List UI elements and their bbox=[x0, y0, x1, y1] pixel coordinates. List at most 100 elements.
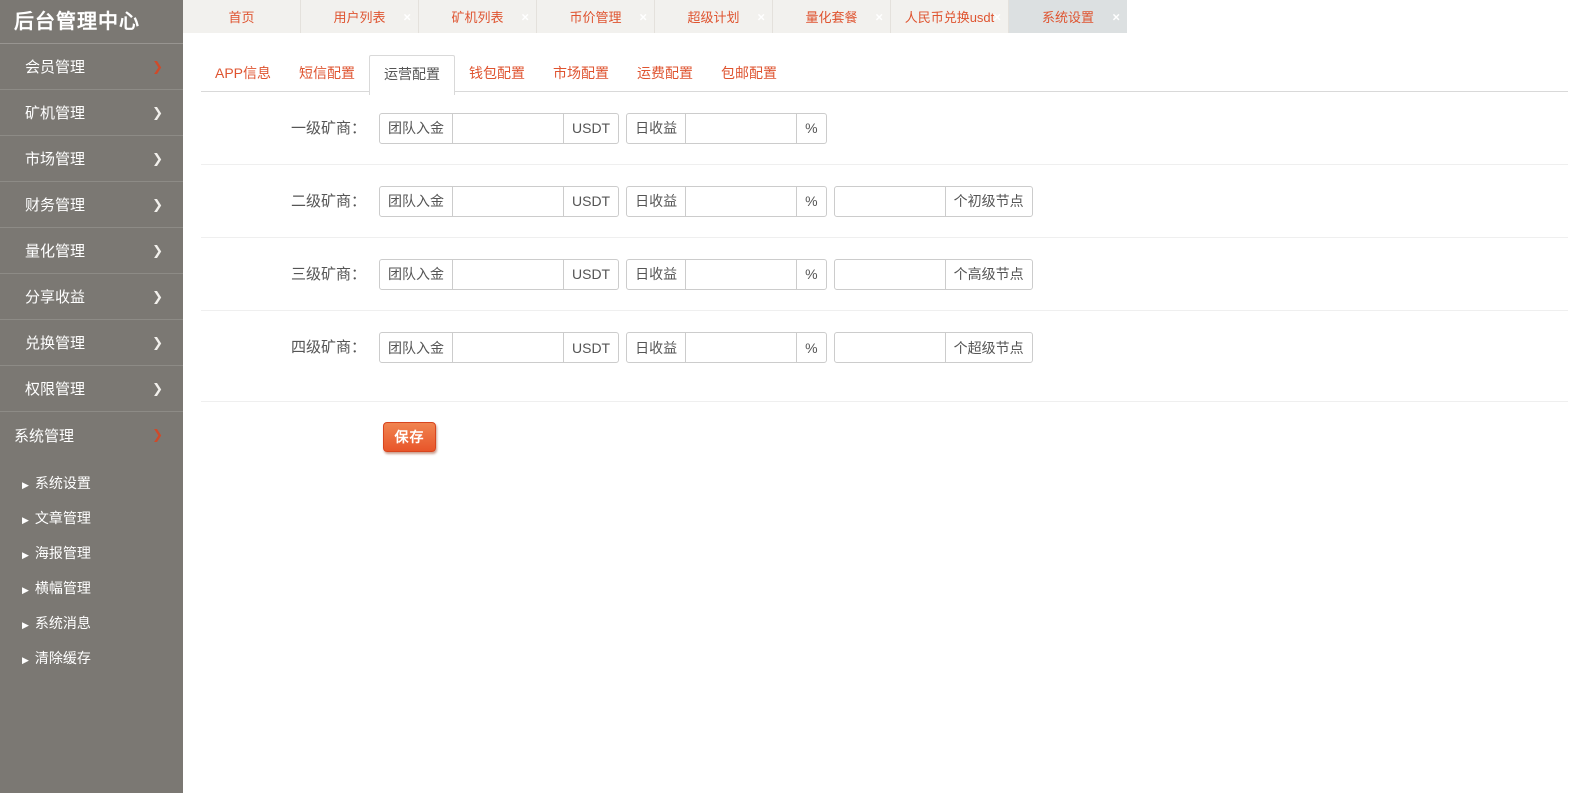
sidebar-item-4[interactable]: 财务管理 ❯ bbox=[0, 182, 183, 228]
sidebar-subitem-label: 海报管理 bbox=[34, 545, 91, 561]
top-tab[interactable]: 首页 bbox=[183, 0, 301, 33]
config-tab[interactable]: 短信配置 bbox=[285, 55, 369, 91]
value-input[interactable] bbox=[686, 186, 797, 216]
sidebar-item-6[interactable]: 分享收益 ❯ bbox=[0, 274, 183, 320]
top-tab-bar: 首页 用户列表 × 矿机列表 × 币价管理 × 超级计划 × 量化套餐 × 人民… bbox=[183, 0, 1127, 33]
admin-app: 后台管理中心 会员管理 ❯ 矿机管理 ❯ 市场管理 ❯ 财务管理 ❯ 量化管理 … bbox=[0, 0, 1570, 793]
caret-right-icon: ▶ bbox=[22, 515, 29, 525]
input-suffix-label: % bbox=[796, 333, 825, 362]
value-input[interactable] bbox=[686, 259, 797, 289]
input-suffix-label: % bbox=[796, 186, 825, 216]
sidebar-item-2[interactable]: 矿机管理 ❯ bbox=[0, 90, 183, 136]
value-input[interactable] bbox=[453, 186, 563, 216]
top-tab[interactable]: 量化套餐 × bbox=[773, 0, 891, 33]
sidebar-item-label: 量化管理 bbox=[25, 243, 86, 260]
value-input[interactable] bbox=[834, 186, 945, 216]
sidebar-item-3[interactable]: 市场管理 ❯ bbox=[0, 136, 183, 182]
sidebar-item-label: 系统管理 bbox=[14, 427, 75, 445]
top-tab-label: 用户列表 bbox=[333, 10, 386, 25]
config-tab[interactable]: 包邮配置 bbox=[707, 55, 791, 91]
sidebar-subitem[interactable]: ▶ 海报管理 bbox=[0, 536, 183, 571]
input-suffix-label: 个初级节点 bbox=[944, 186, 1032, 216]
caret-right-icon: ▶ bbox=[22, 585, 29, 595]
value-input[interactable] bbox=[453, 259, 563, 289]
input-prefix-label: 团队入金 bbox=[380, 259, 453, 289]
chevron-right-icon: ❯ bbox=[152, 334, 163, 350]
caret-right-icon: ▶ bbox=[22, 550, 29, 560]
config-tab[interactable]: 运费配置 bbox=[623, 55, 707, 91]
sidebar-item-5[interactable]: 量化管理 ❯ bbox=[0, 228, 183, 274]
top-tab-label: 系统设置 bbox=[1041, 10, 1094, 25]
close-icon[interactable]: × bbox=[993, 10, 1001, 23]
sidebar-item-9[interactable]: 系统管理 ❯ bbox=[0, 412, 183, 458]
config-tab-label: 市场配置 bbox=[553, 65, 610, 81]
chevron-right-icon: ❯ bbox=[152, 58, 163, 74]
top-tab[interactable]: 系统设置 × bbox=[1009, 0, 1127, 33]
sidebar-item-7[interactable]: 兑换管理 ❯ bbox=[0, 320, 183, 366]
value-input[interactable] bbox=[453, 113, 563, 143]
top-tab-label: 人民币兑换usdt bbox=[904, 10, 995, 25]
input-group: 团队入金 USDT bbox=[379, 332, 620, 363]
top-tab[interactable]: 用户列表 × bbox=[301, 0, 419, 33]
input-suffix-label: USDT bbox=[563, 113, 618, 143]
close-icon[interactable]: × bbox=[403, 10, 411, 23]
close-icon[interactable]: × bbox=[521, 10, 529, 23]
value-input[interactable] bbox=[834, 259, 945, 289]
top-tab[interactable]: 币价管理 × bbox=[537, 0, 655, 33]
config-tab-label: 运费配置 bbox=[637, 65, 694, 81]
config-tab[interactable]: APP信息 bbox=[201, 55, 285, 91]
input-group: 日收益 % bbox=[626, 185, 827, 217]
sidebar-item-1[interactable]: 会员管理 ❯ bbox=[0, 44, 183, 90]
input-prefix-label: 团队入金 bbox=[380, 186, 453, 216]
close-icon[interactable]: × bbox=[639, 10, 647, 23]
chevron-right-icon: ❯ bbox=[152, 380, 163, 396]
sidebar-subitem-label: 横幅管理 bbox=[34, 580, 91, 596]
value-input[interactable] bbox=[834, 333, 945, 362]
main-content: APP信息 短信配置 运营配置 钱包配置 市场配置 运费配置 包邮配置 一级矿商… bbox=[183, 33, 1570, 793]
sidebar-subitem[interactable]: ▶ 系统设置 bbox=[0, 466, 183, 501]
input-group: 日收益 % bbox=[626, 258, 827, 290]
input-prefix-label: 日收益 bbox=[627, 333, 687, 362]
input-group: 团队入金 USDT bbox=[379, 258, 620, 290]
form-row: 三级矿商： 团队入金 USDT 日收益 % 个高级节点 bbox=[201, 238, 1568, 311]
top-tab[interactable]: 超级计划 × bbox=[655, 0, 773, 33]
input-group: 团队入金 USDT bbox=[379, 185, 620, 217]
input-suffix-label: USDT bbox=[563, 333, 618, 362]
value-input[interactable] bbox=[453, 333, 563, 362]
config-tab[interactable]: 运营配置 bbox=[369, 55, 456, 95]
close-icon[interactable]: × bbox=[875, 10, 883, 23]
sidebar-subitem-label: 文章管理 bbox=[34, 510, 91, 526]
sidebar-item-label: 财务管理 bbox=[25, 197, 86, 214]
value-input[interactable] bbox=[686, 113, 797, 143]
config-tab-label: 短信配置 bbox=[299, 65, 356, 81]
input-suffix-label: USDT bbox=[563, 186, 618, 216]
input-group: 个高级节点 bbox=[833, 258, 1033, 290]
top-tab-label: 币价管理 bbox=[569, 10, 622, 25]
sidebar-subitem[interactable]: ▶ 横幅管理 bbox=[0, 571, 183, 606]
sidebar-subitem[interactable]: ▶ 清除缓存 bbox=[0, 641, 183, 676]
sidebar-subitem-label: 系统设置 bbox=[34, 475, 91, 491]
input-suffix-label: % bbox=[796, 259, 825, 289]
input-suffix-label: 个超级节点 bbox=[944, 333, 1032, 362]
config-tab[interactable]: 市场配置 bbox=[539, 55, 623, 91]
top-tab[interactable]: 矿机列表 × bbox=[419, 0, 537, 33]
close-icon[interactable]: × bbox=[757, 10, 765, 23]
input-group: 个初级节点 bbox=[833, 185, 1033, 217]
value-input[interactable] bbox=[686, 333, 797, 362]
sidebar-subitem[interactable]: ▶ 系统消息 bbox=[0, 606, 183, 641]
config-tab-bar: APP信息 短信配置 运营配置 钱包配置 市场配置 运费配置 包邮配置 bbox=[201, 55, 1568, 95]
sidebar-subitem[interactable]: ▶ 文章管理 bbox=[0, 501, 183, 536]
config-tab-label: 钱包配置 bbox=[469, 65, 526, 81]
top-tab-label: 首页 bbox=[228, 10, 255, 25]
input-suffix-label: USDT bbox=[563, 259, 618, 289]
top-tab[interactable]: 人民币兑换usdt × bbox=[891, 0, 1009, 33]
sidebar-item-8[interactable]: 权限管理 ❯ bbox=[0, 366, 183, 412]
close-icon[interactable]: × bbox=[1112, 10, 1120, 23]
config-tab[interactable]: 钱包配置 bbox=[455, 55, 539, 91]
app-title: 后台管理中心 bbox=[0, 0, 183, 44]
form-row-inputs: 团队入金 USDT 日收益 % 个初级节点 bbox=[379, 185, 1040, 217]
input-prefix-label: 日收益 bbox=[627, 113, 687, 143]
sidebar-item-label: 兑换管理 bbox=[25, 335, 86, 352]
save-button[interactable]: 保存 bbox=[383, 422, 436, 452]
config-tab-label: APP信息 bbox=[215, 65, 272, 81]
